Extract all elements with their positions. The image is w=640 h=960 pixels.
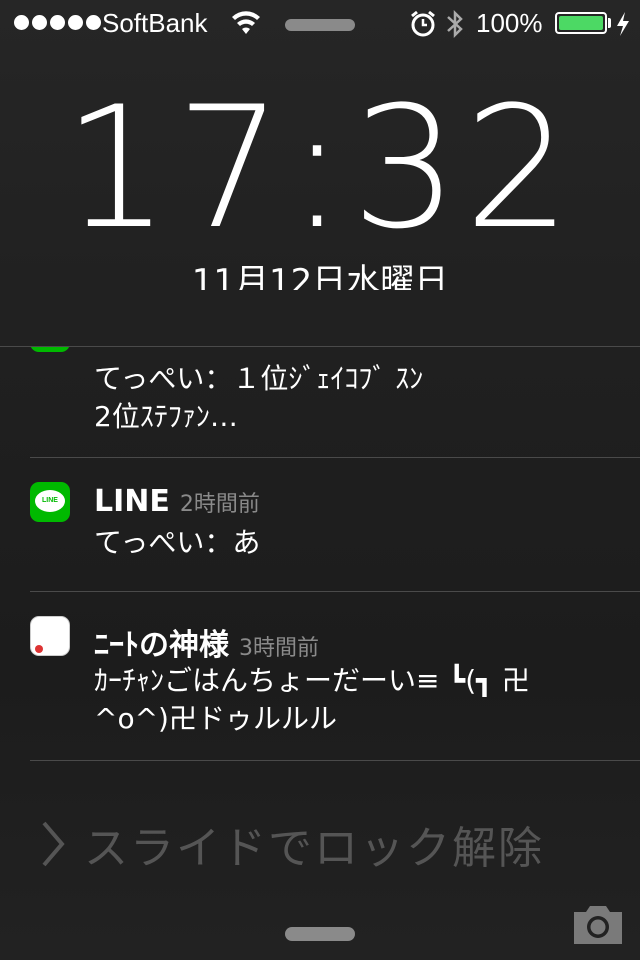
bluetooth-icon [447,9,463,39]
notification-time: 3時間前 [239,636,319,661]
app-name: LINE [94,484,170,519]
status-bar: SoftBank 100% [0,0,640,48]
stamp-mark [35,645,43,653]
signal-dot [68,15,83,30]
notification-app-name: ﾆｰﾄの神様 3時間前 [94,620,319,664]
notification-app-name: LINE 2時間前 [94,484,260,519]
notification-item[interactable]: LINE LINE 2時間前 てっぺい：あ [0,458,640,591]
lock-time: 17:32 [62,70,578,266]
line-icon-label: LINE [42,497,58,504]
wifi-icon [232,11,260,34]
slide-to-unlock[interactable]: スライドでロック解除 [40,812,544,876]
camera-icon[interactable] [570,902,626,946]
alarm-icon [411,10,435,37]
scroll-mask [0,290,640,346]
notification-message: てっぺい：１位ｼﾞｪｲｺﾌﾞ ｽﾝ [94,362,424,395]
battery-tip [608,18,611,28]
chevron-right-icon [42,821,65,867]
signal-dot [86,15,101,30]
notification-item[interactable]: ﾆｰﾄの神様 3時間前 ｶｰﾁｬﾝごはんちょーだーい≡ ┗(┓ 卍 ^o^)卍ドゥ… [0,592,640,760]
notification-message-continued: ^o^)卍ドゥルルル [94,702,337,735]
app-name: ﾆｰﾄの神様 [94,628,229,663]
carrier-name: SoftBank [102,8,208,38]
neet-app-icon [30,616,70,656]
battery-fill [559,16,603,30]
divider [30,760,640,761]
slide-to-unlock-label: スライドでロック解除 [84,823,544,874]
signal-dot [32,15,47,30]
signal-strength-dots [14,15,101,30]
notification-message: てっぺい：あ [94,526,261,559]
battery-icon [555,12,607,34]
line-icon: LINE [30,482,70,522]
signal-dot [14,15,29,30]
notification-center-grabber[interactable] [285,19,355,31]
charging-icon [617,12,629,36]
battery-percentage: 100% [476,8,543,38]
control-center-grabber[interactable] [285,927,355,941]
signal-dot [50,15,65,30]
notification-time: 2時間前 [179,492,260,517]
notification-message-continued: 2位ｽﾃﾌｧﾝ… [94,400,238,433]
notification-message: ｶｰﾁｬﾝごはんちょーだーい≡ ┗(┓ 卍 [94,664,530,697]
divider [0,346,640,347]
